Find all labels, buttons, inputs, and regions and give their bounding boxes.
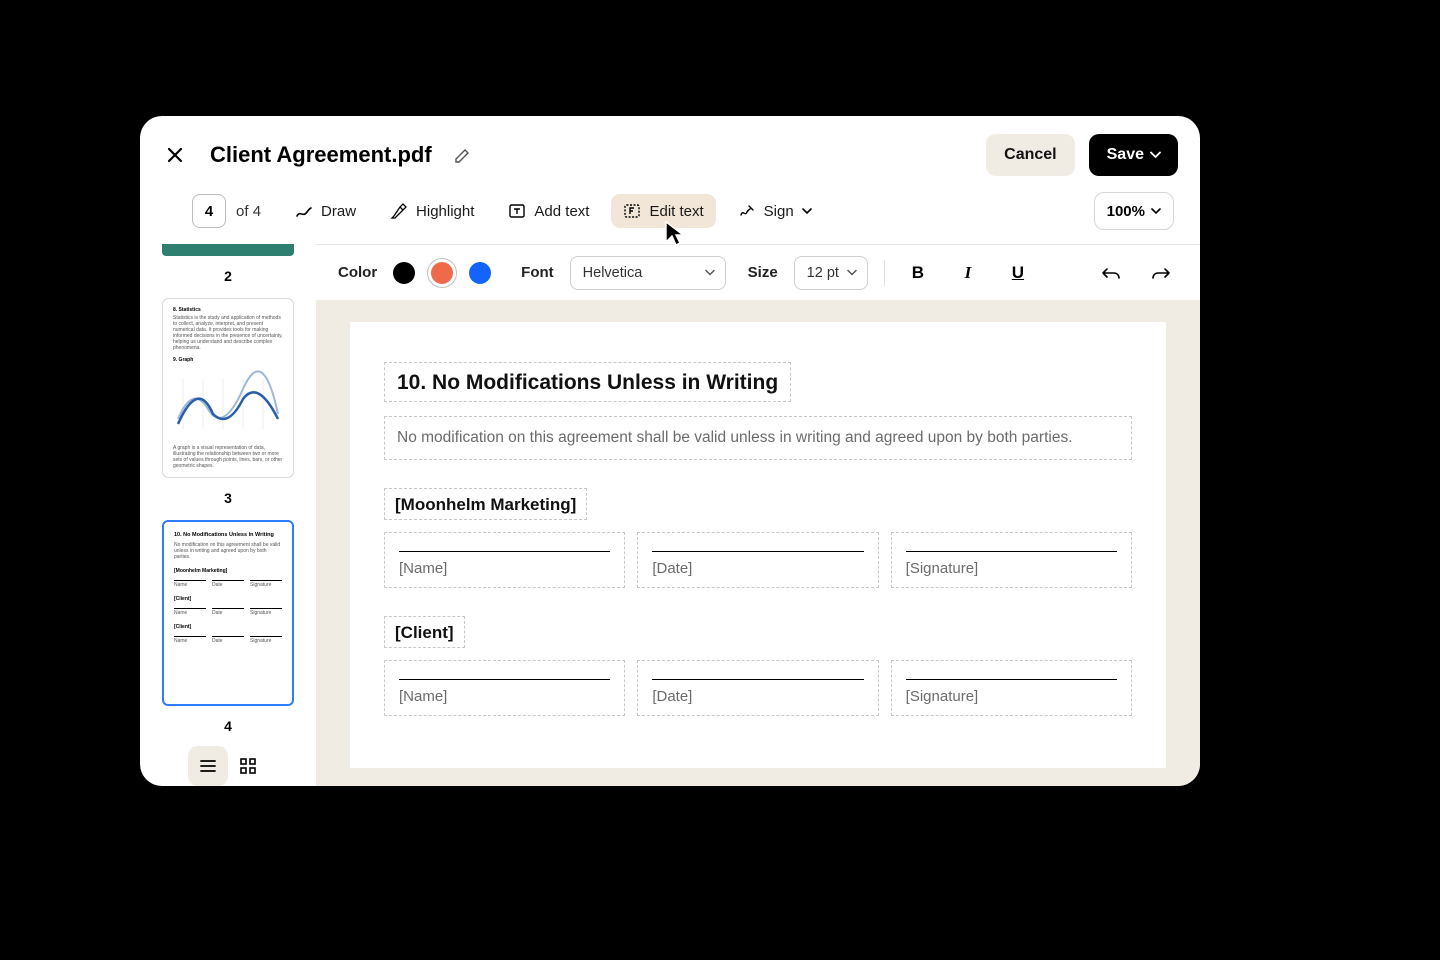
add-text-icon bbox=[508, 202, 526, 220]
format-bar: Color Font Helvetica Size 12 pt bbox=[316, 244, 1200, 300]
color-swatch-black[interactable] bbox=[393, 262, 415, 284]
chevron-down-icon bbox=[1151, 208, 1161, 215]
header: Client Agreement.pdf Cancel Save bbox=[140, 116, 1200, 192]
sidebar-view-toggle bbox=[140, 746, 316, 786]
chevron-down-icon bbox=[1150, 151, 1160, 159]
bold-button[interactable]: B bbox=[901, 256, 935, 290]
thumbnail-number: 3 bbox=[224, 490, 232, 506]
color-label: Color bbox=[338, 264, 377, 281]
main: 2 8. Statistics Statistics is the study … bbox=[140, 244, 1200, 786]
thumbnail-graph bbox=[173, 369, 283, 439]
close-icon[interactable] bbox=[162, 142, 188, 168]
undo-button[interactable] bbox=[1094, 256, 1128, 290]
signature-field-name[interactable]: [Name] bbox=[384, 660, 625, 716]
page: 10. No Modifications Unless in Writing N… bbox=[350, 322, 1166, 768]
section-title[interactable]: 10. No Modifications Unless in Writing bbox=[384, 362, 791, 402]
cancel-button[interactable]: Cancel bbox=[986, 134, 1074, 176]
tool-sign[interactable]: Sign bbox=[726, 194, 824, 228]
rename-icon[interactable] bbox=[450, 142, 476, 168]
redo-button[interactable] bbox=[1144, 256, 1178, 290]
page-total: of 4 bbox=[236, 203, 261, 220]
thumbnail-number: 2 bbox=[224, 268, 232, 284]
color-swatch-blue[interactable] bbox=[469, 262, 491, 284]
party-2-label[interactable]: [Client] bbox=[384, 616, 465, 648]
thumbnail-page-2-partial[interactable] bbox=[162, 244, 294, 256]
list-view-icon[interactable] bbox=[188, 746, 228, 786]
signature-row: [Name] [Date] [Signature] bbox=[384, 532, 1132, 588]
signature-field-signature[interactable]: [Signature] bbox=[891, 532, 1132, 588]
save-button[interactable]: Save bbox=[1089, 134, 1178, 176]
thumbnail-page-4[interactable]: 10. No Modifications Unless in Writing N… bbox=[162, 520, 294, 706]
edit-text-icon bbox=[623, 202, 641, 220]
tool-highlight[interactable]: Highlight bbox=[378, 194, 486, 228]
size-select[interactable]: 12 pt bbox=[794, 256, 868, 290]
sign-icon bbox=[738, 202, 756, 220]
thumbnail-page-3[interactable]: 8. Statistics Statistics is the study an… bbox=[162, 298, 294, 478]
canvas[interactable]: 10. No Modifications Unless in Writing N… bbox=[316, 300, 1200, 786]
chevron-down-icon bbox=[847, 269, 857, 276]
document-title: Client Agreement.pdf bbox=[210, 142, 432, 168]
signature-row: [Name] [Date] [Signature] bbox=[384, 660, 1132, 716]
font-label: Font bbox=[521, 264, 553, 281]
divider bbox=[884, 260, 885, 286]
toolbar: 4 of 4 Draw Highlight Add text bbox=[140, 192, 1200, 244]
italic-button[interactable]: I bbox=[951, 256, 985, 290]
tool-draw[interactable]: Draw bbox=[283, 194, 368, 228]
grid-view-icon[interactable] bbox=[228, 746, 268, 786]
underline-button[interactable]: U bbox=[1001, 256, 1035, 290]
draw-icon bbox=[295, 202, 313, 220]
highlight-icon bbox=[390, 202, 408, 220]
thumbnail-number: 4 bbox=[224, 718, 232, 734]
app-window: Client Agreement.pdf Cancel Save 4 of 4 … bbox=[140, 116, 1200, 786]
section-body[interactable]: No modification on this agreement shall … bbox=[384, 416, 1132, 460]
zoom-select[interactable]: 100% bbox=[1094, 192, 1174, 230]
signature-field-name[interactable]: [Name] bbox=[384, 532, 625, 588]
font-select[interactable]: Helvetica bbox=[570, 256, 726, 290]
size-label: Size bbox=[748, 264, 778, 281]
tool-add-text[interactable]: Add text bbox=[496, 194, 601, 228]
editor: Color Font Helvetica Size 12 pt bbox=[316, 244, 1200, 786]
signature-field-date[interactable]: [Date] bbox=[637, 660, 878, 716]
signature-field-date[interactable]: [Date] bbox=[637, 532, 878, 588]
thumbnail-sidebar: 2 8. Statistics Statistics is the study … bbox=[140, 244, 316, 786]
chevron-down-icon bbox=[705, 269, 715, 276]
signature-field-signature[interactable]: [Signature] bbox=[891, 660, 1132, 716]
page-current-input[interactable]: 4 bbox=[192, 194, 226, 228]
tool-edit-text[interactable]: Edit text bbox=[611, 194, 715, 228]
chevron-down-icon bbox=[802, 208, 812, 215]
party-1-label[interactable]: [Moonhelm Marketing] bbox=[384, 488, 587, 520]
color-swatch-orange[interactable] bbox=[431, 262, 453, 284]
